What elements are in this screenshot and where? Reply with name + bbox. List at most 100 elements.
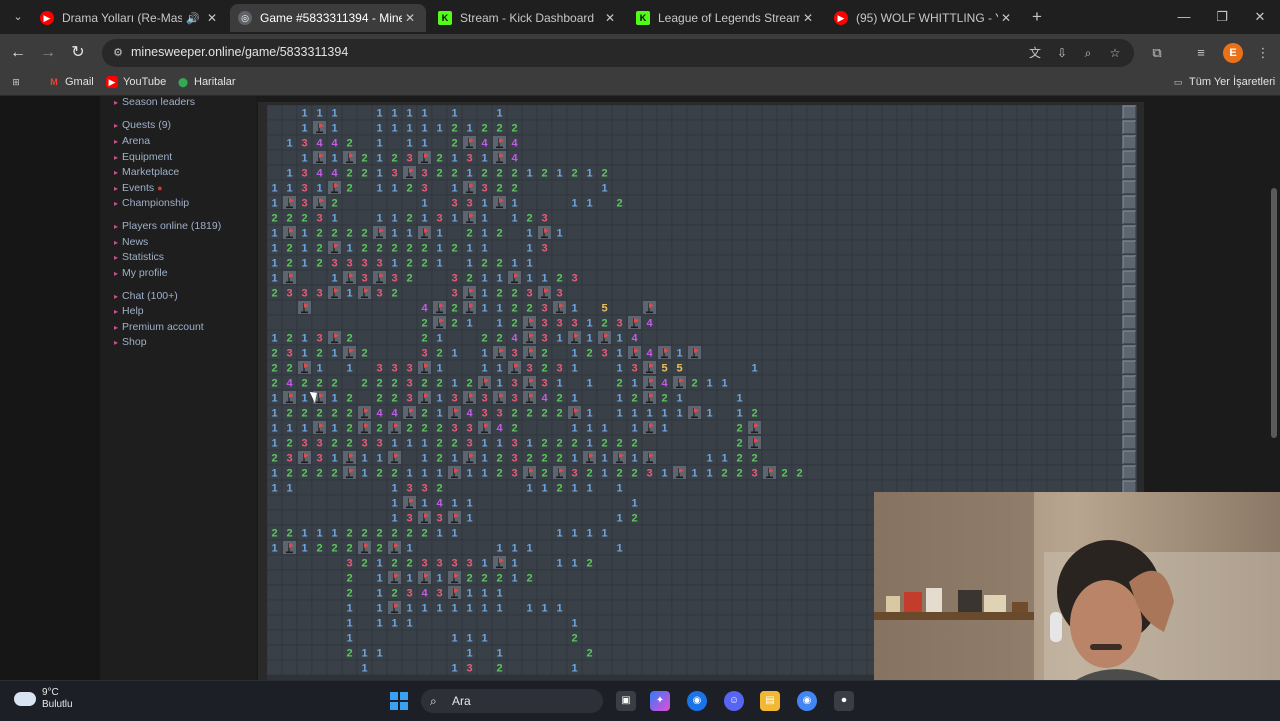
number-cell[interactable]: 2 (567, 165, 582, 180)
number-cell[interactable]: 4 (642, 315, 657, 330)
number-cell[interactable]: 4 (432, 495, 447, 510)
number-cell[interactable]: 1 (417, 450, 432, 465)
number-cell[interactable]: 2 (552, 405, 567, 420)
number-cell[interactable]: 2 (282, 525, 297, 540)
flag-icon[interactable] (462, 135, 477, 150)
number-cell[interactable]: 2 (582, 645, 597, 660)
number-cell[interactable]: 1 (402, 615, 417, 630)
number-cell[interactable]: 1 (282, 420, 297, 435)
number-cell[interactable]: 1 (477, 225, 492, 240)
number-cell[interactable]: 1 (567, 615, 582, 630)
number-cell[interactable]: 1 (297, 225, 312, 240)
number-cell[interactable]: 1 (612, 480, 627, 495)
number-cell[interactable]: 2 (612, 435, 627, 450)
number-cell[interactable]: 3 (402, 360, 417, 375)
number-cell[interactable]: 2 (477, 255, 492, 270)
number-cell[interactable]: 1 (447, 660, 462, 675)
flag-icon[interactable] (357, 420, 372, 435)
flag-icon[interactable] (447, 570, 462, 585)
number-cell[interactable]: 2 (492, 180, 507, 195)
number-cell[interactable]: 3 (372, 285, 387, 300)
number-cell[interactable]: 1 (522, 240, 537, 255)
number-cell[interactable]: 1 (582, 330, 597, 345)
number-cell[interactable]: 2 (282, 465, 297, 480)
flag-icon[interactable] (282, 390, 297, 405)
number-cell[interactable]: 2 (732, 420, 747, 435)
number-cell[interactable]: 2 (597, 165, 612, 180)
number-cell[interactable]: 1 (492, 315, 507, 330)
nav-championship[interactable]: ▸Championship (114, 197, 189, 209)
chrome-profile-icon[interactable]: ◉ (797, 691, 817, 711)
flag-icon[interactable] (312, 195, 327, 210)
number-cell[interactable]: 2 (432, 375, 447, 390)
hidden-cell[interactable] (1123, 376, 1137, 390)
flag-icon[interactable] (417, 360, 432, 375)
number-cell[interactable]: 2 (537, 165, 552, 180)
number-cell[interactable]: 1 (342, 630, 357, 645)
number-cell[interactable]: 1 (432, 225, 447, 240)
number-cell[interactable]: 1 (477, 150, 492, 165)
number-cell[interactable]: 2 (267, 360, 282, 375)
obs-icon[interactable]: ⏺ (834, 691, 854, 711)
number-cell[interactable]: 2 (282, 330, 297, 345)
number-cell[interactable]: 2 (342, 645, 357, 660)
tab-close-icon[interactable]: ✕ (602, 11, 618, 25)
number-cell[interactable]: 1 (492, 540, 507, 555)
scrollbar-thumb[interactable] (1271, 188, 1277, 438)
number-cell[interactable]: 3 (507, 450, 522, 465)
flag-icon[interactable] (342, 450, 357, 465)
number-cell[interactable]: 1 (327, 105, 342, 120)
number-cell[interactable]: 1 (327, 270, 342, 285)
number-cell[interactable]: 1 (642, 405, 657, 420)
zoom-icon[interactable]: ⌕ (1080, 45, 1096, 61)
nav-marketplace[interactable]: ▸Marketplace (114, 166, 179, 178)
number-cell[interactable]: 1 (327, 120, 342, 135)
number-cell[interactable]: 2 (507, 285, 522, 300)
number-cell[interactable]: 1 (312, 180, 327, 195)
flag-icon[interactable] (417, 570, 432, 585)
number-cell[interactable]: 1 (612, 330, 627, 345)
number-cell[interactable]: 3 (402, 375, 417, 390)
windows-start-icon[interactable] (390, 692, 408, 710)
number-cell[interactable]: 4 (507, 150, 522, 165)
number-cell[interactable]: 3 (357, 255, 372, 270)
number-cell[interactable]: 1 (462, 465, 477, 480)
nav-help[interactable]: ▸Help (114, 305, 144, 317)
number-cell[interactable]: 1 (387, 210, 402, 225)
number-cell[interactable]: 3 (387, 360, 402, 375)
number-cell[interactable]: 1 (462, 315, 477, 330)
number-cell[interactable]: 2 (402, 255, 417, 270)
number-cell[interactable]: 1 (567, 480, 582, 495)
number-cell[interactable]: 2 (387, 465, 402, 480)
number-cell[interactable]: 1 (462, 495, 477, 510)
number-cell[interactable]: 2 (597, 435, 612, 450)
tab-close-icon[interactable]: ✕ (800, 11, 816, 25)
number-cell[interactable]: 2 (522, 210, 537, 225)
flag-icon[interactable] (492, 135, 507, 150)
hidden-cell[interactable] (1123, 301, 1137, 315)
number-cell[interactable]: 1 (507, 555, 522, 570)
nav-my-profile[interactable]: ▸My profile (114, 267, 168, 279)
all-bookmarks[interactable]: ▭ Tüm Yer İşaretleri (1172, 76, 1275, 88)
flag-icon[interactable] (462, 210, 477, 225)
flag-icon[interactable] (387, 600, 402, 615)
number-cell[interactable]: 1 (402, 600, 417, 615)
flag-icon[interactable] (522, 315, 537, 330)
number-cell[interactable]: 2 (462, 225, 477, 240)
number-cell[interactable]: 3 (297, 180, 312, 195)
number-cell[interactable]: 1 (582, 405, 597, 420)
number-cell[interactable]: 3 (447, 390, 462, 405)
number-cell[interactable]: 2 (477, 570, 492, 585)
number-cell[interactable]: 1 (552, 375, 567, 390)
number-cell[interactable]: 1 (627, 420, 642, 435)
number-cell[interactable]: 2 (342, 585, 357, 600)
copilot-icon[interactable]: ✦ (650, 691, 670, 711)
hidden-cell[interactable] (1123, 331, 1137, 345)
number-cell[interactable]: 1 (387, 105, 402, 120)
number-cell[interactable]: 3 (462, 150, 477, 165)
number-cell[interactable]: 1 (297, 540, 312, 555)
number-cell[interactable]: 1 (507, 540, 522, 555)
number-cell[interactable]: 1 (582, 525, 597, 540)
number-cell[interactable]: 1 (627, 450, 642, 465)
number-cell[interactable]: 5 (597, 300, 612, 315)
